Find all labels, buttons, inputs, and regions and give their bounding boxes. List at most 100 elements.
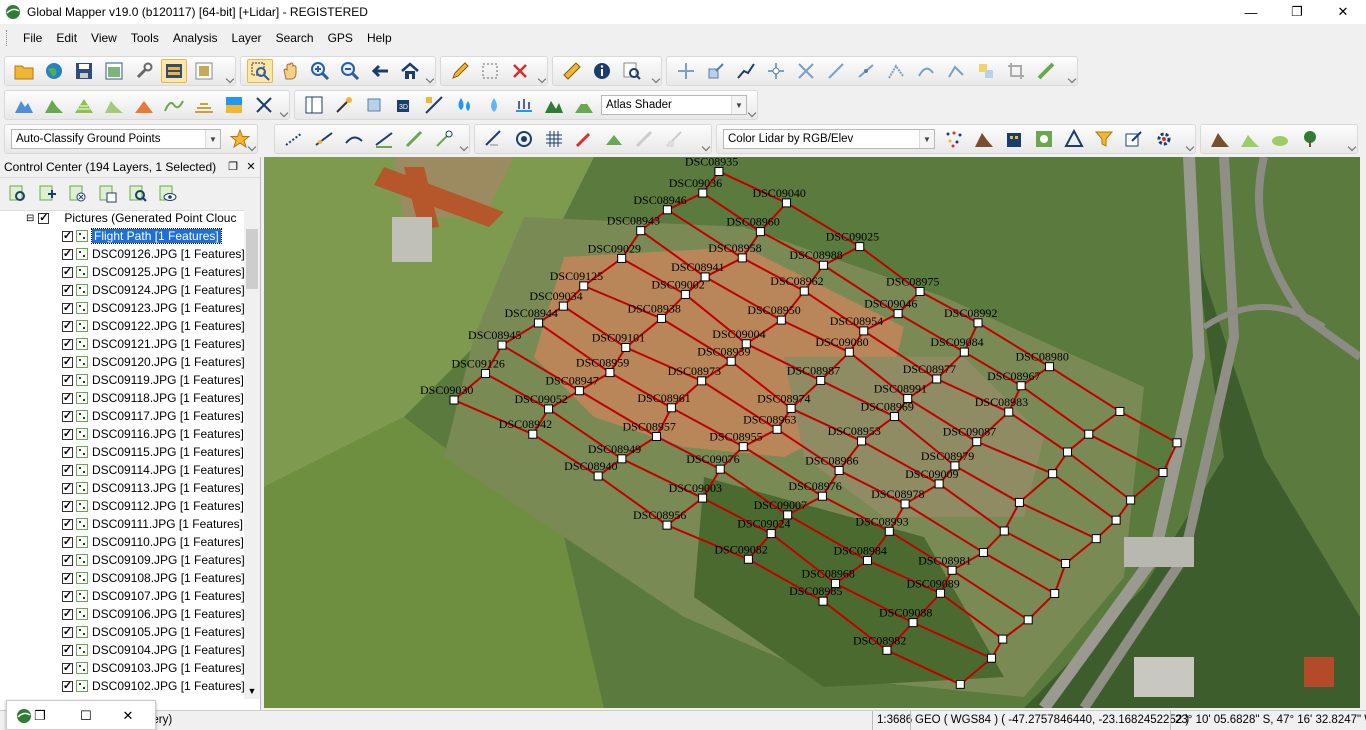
crop-icon[interactable] (1003, 59, 1029, 83)
layer-checkbox[interactable] (62, 266, 73, 278)
menu-tools[interactable]: Tools (124, 24, 166, 52)
layer-options-icon[interactable] (36, 182, 60, 206)
view-shed-icon[interactable] (41, 93, 67, 117)
layer-checkbox[interactable] (62, 482, 73, 494)
layer-checkbox[interactable] (62, 608, 73, 620)
overview-map-icon[interactable] (191, 59, 217, 83)
layer-checkbox[interactable] (62, 590, 73, 602)
tree-icon[interactable] (1297, 127, 1323, 151)
maximize-button[interactable]: ❐ (1274, 0, 1320, 24)
layer-checkbox[interactable] (62, 230, 73, 242)
terrain-icon[interactable] (11, 93, 37, 117)
save-icon[interactable] (71, 59, 97, 83)
restore-panel-button[interactable]: ❐ (226, 159, 240, 173)
brown-mountain-icon[interactable] (1207, 127, 1233, 151)
menu-search[interactable]: Search (269, 24, 321, 52)
search-layer-icon[interactable] (126, 182, 150, 206)
photo-point-marker[interactable] (617, 454, 627, 464)
layer-checkbox[interactable] (62, 626, 73, 638)
lidar-measure-icon[interactable] (481, 127, 507, 151)
layer-checkbox[interactable] (62, 356, 73, 368)
photo-point-marker[interactable] (900, 499, 910, 509)
shader-select[interactable]: Atlas Shader ▼ (601, 95, 747, 115)
photo-point-marker[interactable] (480, 369, 490, 379)
layer-checkbox[interactable] (62, 302, 73, 314)
move-vertex-icon[interactable] (673, 59, 699, 83)
map-window-icon[interactable] (101, 59, 127, 83)
layer-row[interactable]: DSC09110.JPG [1 Features] (62, 533, 244, 551)
photo-point-marker[interactable] (1045, 362, 1055, 372)
layer-row[interactable]: DSC09120.JPG [1 Features] (62, 353, 244, 371)
photo-point-marker[interactable] (959, 347, 969, 357)
map-scrollbar[interactable] (1360, 157, 1366, 708)
photo-point-marker[interactable] (666, 403, 676, 413)
photo-point-marker[interactable] (999, 526, 1009, 536)
layer-checkbox[interactable] (62, 320, 73, 332)
move-feature-icon[interactable] (763, 59, 789, 83)
profile-icon[interactable] (161, 93, 187, 117)
info-icon[interactable] (589, 59, 615, 83)
tree-scroll-thumb[interactable] (246, 229, 258, 289)
photo-point-marker[interactable] (558, 301, 568, 311)
map-view[interactable]: DSC09030 DSC09126 DSC08945 DSC08944 DSC09034… (264, 157, 1360, 708)
layer-row[interactable]: DSC09106.JPG [1 Features] (62, 605, 244, 623)
slope-icon[interactable] (421, 93, 447, 117)
photo-point-marker[interactable] (636, 226, 646, 236)
layer-checkbox[interactable] (62, 464, 73, 476)
photo-point-marker[interactable] (698, 493, 708, 503)
photo-point-marker[interactable] (593, 471, 603, 481)
simplify-icon[interactable] (943, 59, 969, 83)
minimize-button[interactable]: — (1228, 0, 1274, 24)
lidar-pencil-icon[interactable] (571, 127, 597, 151)
photo-point-marker[interactable] (656, 313, 666, 323)
photo-point-marker[interactable] (818, 260, 828, 270)
close-panel-button[interactable]: ✕ (244, 159, 258, 173)
layer-row[interactable]: DSC09119.JPG [1 Features] (62, 371, 244, 389)
photo-point-marker[interactable] (680, 289, 690, 299)
layer-row[interactable]: DSC09109.JPG [1 Features] (62, 551, 244, 569)
grid-icon[interactable] (541, 127, 567, 151)
sun-angle-icon[interactable] (331, 93, 357, 117)
select-rect-icon[interactable] (477, 59, 503, 83)
close-icon[interactable]: ✕ (119, 707, 137, 725)
feature-search-icon[interactable] (619, 59, 645, 83)
photo-point-marker[interactable] (932, 374, 942, 384)
layer-row[interactable]: DSC09121.JPG [1 Features] (62, 335, 244, 353)
cut-line-icon[interactable] (853, 59, 879, 83)
contour-icon[interactable] (71, 93, 97, 117)
edit-line-icon[interactable] (733, 59, 759, 83)
photo-point-marker[interactable] (998, 634, 1008, 644)
photo-point-marker[interactable] (605, 368, 615, 378)
combine-icon[interactable] (973, 59, 999, 83)
photo-point-marker[interactable] (1084, 429, 1094, 439)
photo-point-marker[interactable] (544, 404, 554, 414)
photo-point-marker[interactable] (934, 479, 944, 489)
menu-help[interactable]: Help (360, 24, 399, 52)
lidar-color-select[interactable]: Color Lidar by RGB/Elev ▼ (723, 129, 935, 149)
lidar-draw-icon[interactable] (401, 127, 427, 151)
layer-row[interactable]: DSC09122.JPG [1 Features] (62, 317, 244, 335)
lidar-settings-icon[interactable] (1151, 127, 1177, 151)
layer-row[interactable]: DSC09116.JPG [1 Features] (62, 425, 244, 443)
photo-point-marker[interactable] (1158, 467, 1168, 477)
lidar-select-icon[interactable] (431, 127, 457, 151)
photo-point-marker[interactable] (834, 465, 844, 475)
pencil-icon[interactable] (447, 59, 473, 83)
lidar-disabled-icon[interactable] (631, 127, 657, 151)
menu-file[interactable]: File (16, 24, 49, 52)
photo-point-marker[interactable] (857, 436, 867, 446)
zoom-in-icon[interactable] (307, 59, 333, 83)
peaks-icon[interactable] (541, 93, 567, 117)
layer-row[interactable]: DSC09117.JPG [1 Features] (62, 407, 244, 425)
layer-row[interactable]: DSC09124.JPG [1 Features] (62, 281, 244, 299)
photo-point-marker[interactable] (1115, 406, 1125, 416)
photo-point-marker[interactable] (973, 318, 983, 328)
scale-feature-icon[interactable] (703, 59, 729, 83)
layer-checkbox[interactable] (62, 374, 73, 386)
photo-point-marker[interactable] (1023, 615, 1033, 625)
close-button[interactable]: ✕ (1320, 0, 1366, 24)
photo-point-marker[interactable] (799, 286, 809, 296)
lidar-line-icon[interactable] (281, 127, 307, 151)
photo-point-marker[interactable] (1172, 438, 1182, 448)
home-icon[interactable] (397, 59, 423, 83)
